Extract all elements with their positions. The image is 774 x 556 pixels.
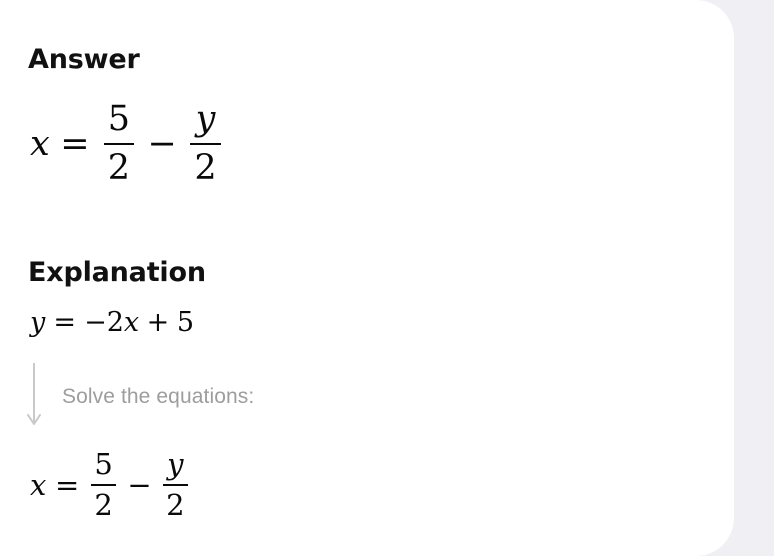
result-equation-fraction-1: 5 2 (90, 447, 117, 522)
fraction-denominator: 2 (194, 148, 217, 189)
fraction-denominator: 2 (107, 148, 131, 189)
fraction-bar (162, 483, 189, 486)
fraction-numerator: 5 (94, 447, 113, 482)
result-equation-fraction-2: y 2 (162, 447, 189, 522)
fraction-denominator: 2 (166, 487, 185, 522)
fraction-numerator: 5 (107, 99, 131, 140)
given-equation: y = − 2 x + 5 (30, 307, 194, 338)
answer-heading: Answer (28, 44, 140, 75)
fraction-numerator: y (195, 99, 216, 140)
fraction-numerator: y (167, 447, 184, 482)
answer-equation-fraction-2: y 2 (190, 100, 221, 189)
step-caption: Solve the equations: (62, 385, 255, 408)
explanation-heading: Explanation (28, 257, 206, 288)
fraction-bar (90, 483, 117, 486)
answer-equation-lhs: x (30, 124, 50, 165)
answer-equation-fraction-1: 5 2 (103, 99, 135, 189)
result-equation-lhs: x (30, 467, 47, 502)
down-arrow-icon (25, 362, 43, 432)
result-equation-relation: = (55, 467, 80, 502)
fraction-denominator: 2 (94, 487, 113, 522)
given-equation-coefficient: 2 (106, 307, 124, 338)
fraction-bar (190, 143, 221, 146)
answer-equation-operator: − (147, 124, 177, 165)
given-equation-operator: + (146, 307, 170, 338)
result-equation-operator: − (127, 467, 152, 502)
answer-equation: x = 5 2 − y 2 (30, 100, 224, 189)
given-equation-constant: 5 (176, 307, 195, 338)
solution-card: Answer x = 5 2 − y 2 Explanation y = − 2… (0, 0, 734, 556)
given-equation-variable: x (123, 307, 140, 338)
given-equation-lhs: y (30, 307, 46, 338)
given-equation-relation: = (53, 307, 76, 338)
answer-equation-relation: = (60, 124, 90, 165)
given-equation-sign: − (84, 307, 107, 338)
solution-page: Answer x = 5 2 − y 2 Explanation y = − 2… (0, 0, 774, 556)
fraction-bar (103, 143, 135, 146)
result-equation: x = 5 2 − y 2 (30, 448, 191, 522)
